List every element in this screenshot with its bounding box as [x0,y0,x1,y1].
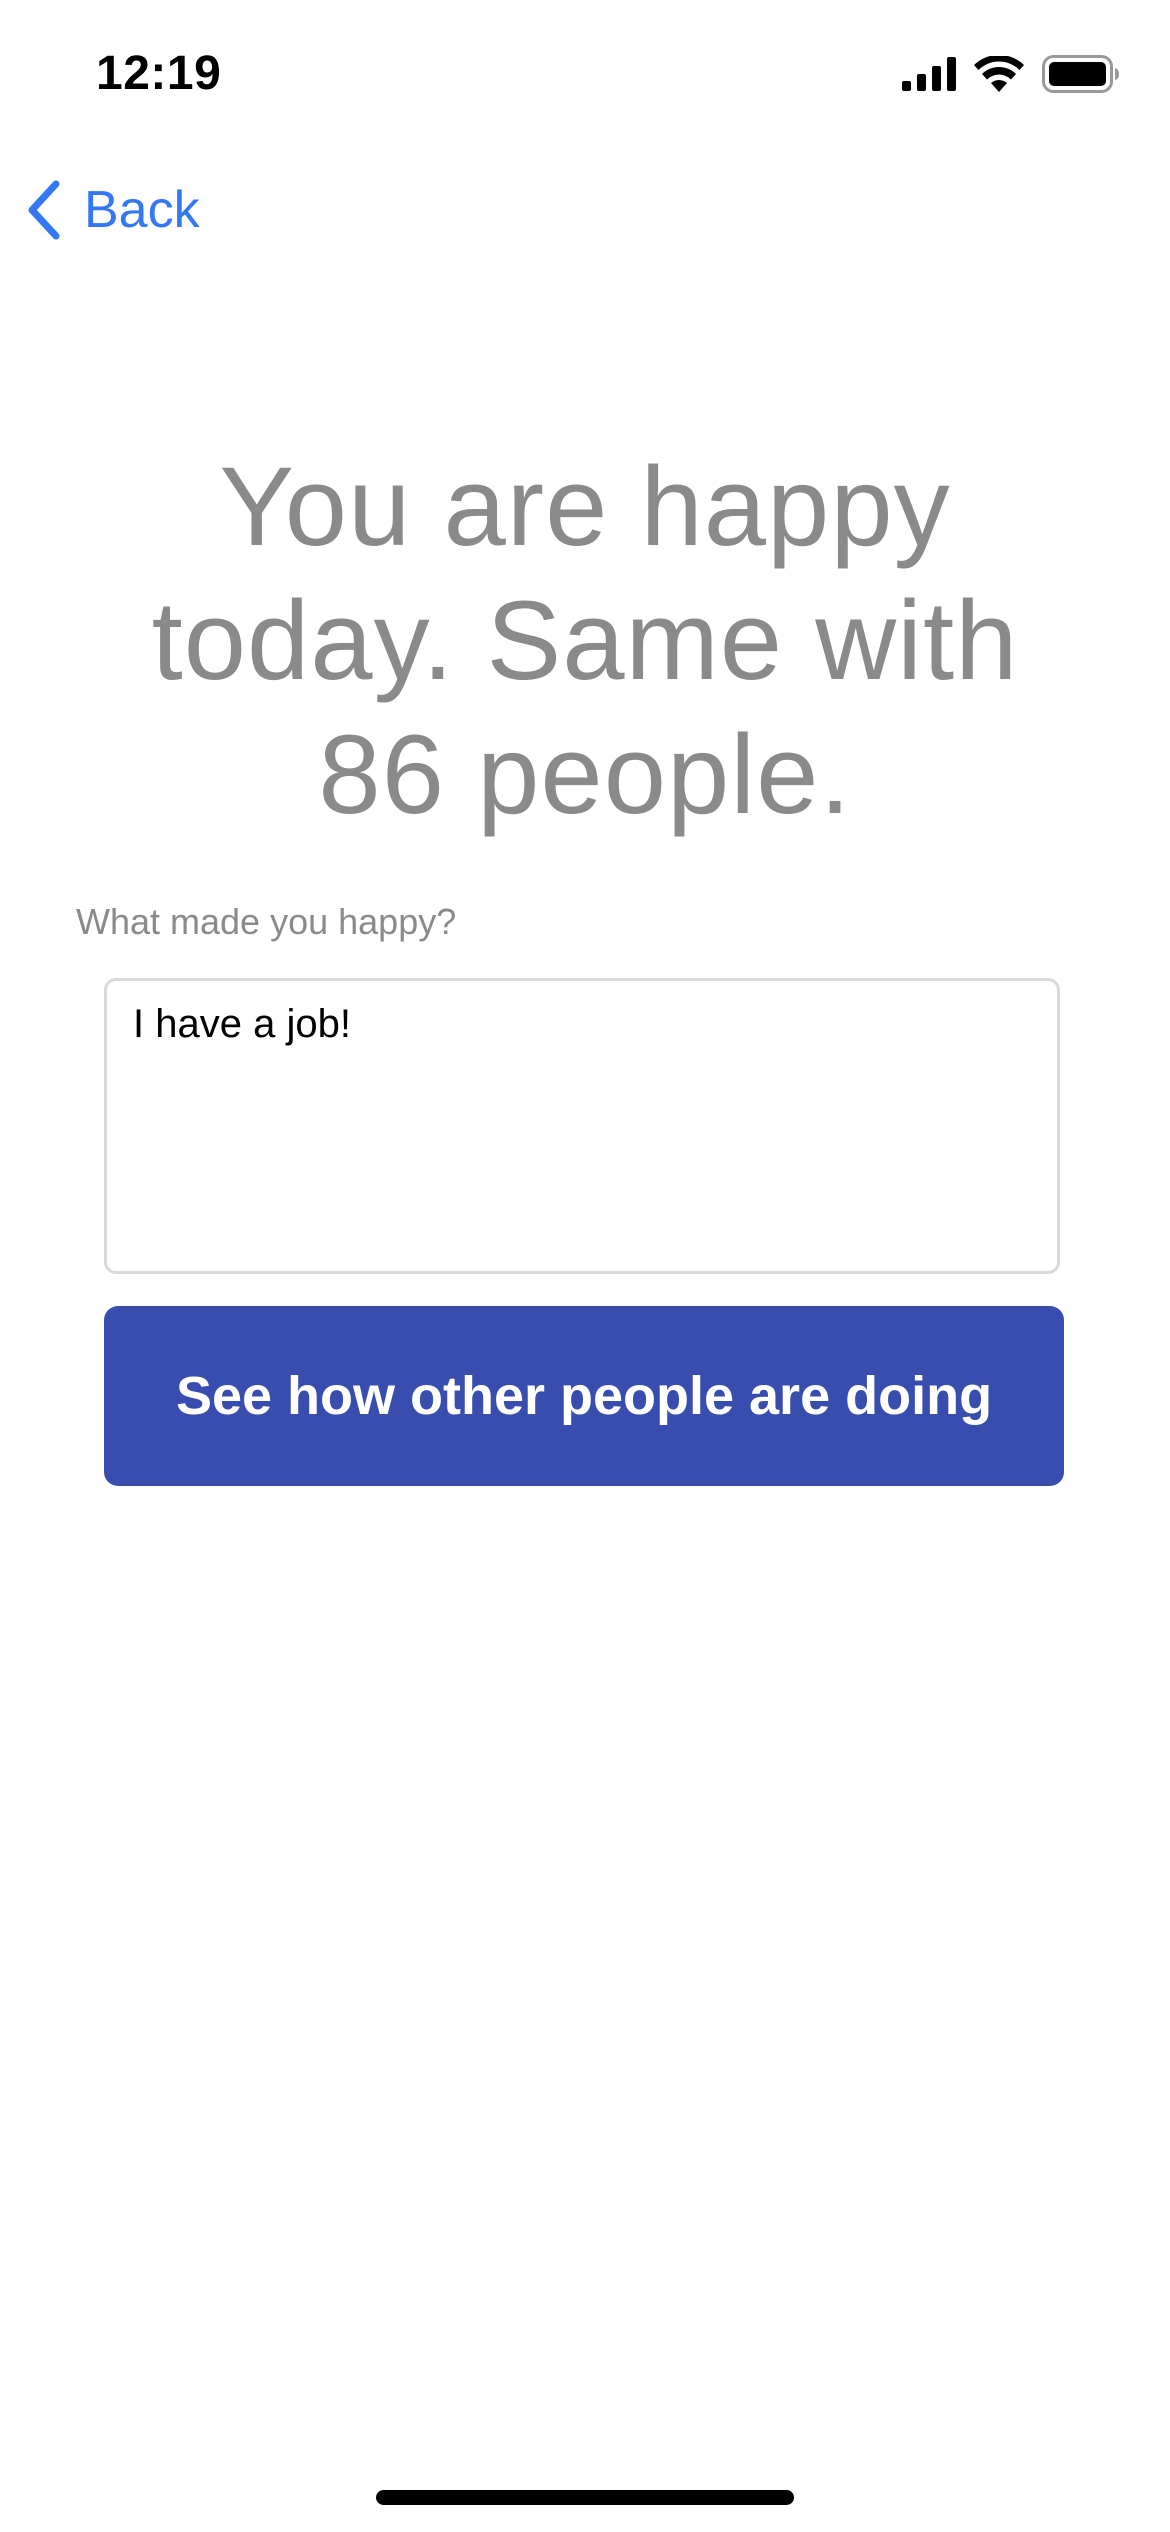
mood-headline: You are happy today. Same with 86 people… [151,444,1019,837]
cellular-signal-icon [902,57,956,91]
back-button[interactable]: Back [24,170,200,250]
back-label: Back [84,181,200,239]
status-icons [902,54,1120,94]
status-time: 12:19 [96,47,222,100]
chevron-left-icon [24,178,64,242]
wifi-icon [974,56,1024,92]
status-bar: 12:19 [0,0,1170,140]
answer-field[interactable]: I have a job! [104,978,1060,1274]
battery-icon [1042,55,1120,93]
home-indicator [376,2490,794,2505]
prompt-label: What made you happy? [76,901,457,942]
see-others-button[interactable]: See how other people are doing [104,1306,1064,1486]
